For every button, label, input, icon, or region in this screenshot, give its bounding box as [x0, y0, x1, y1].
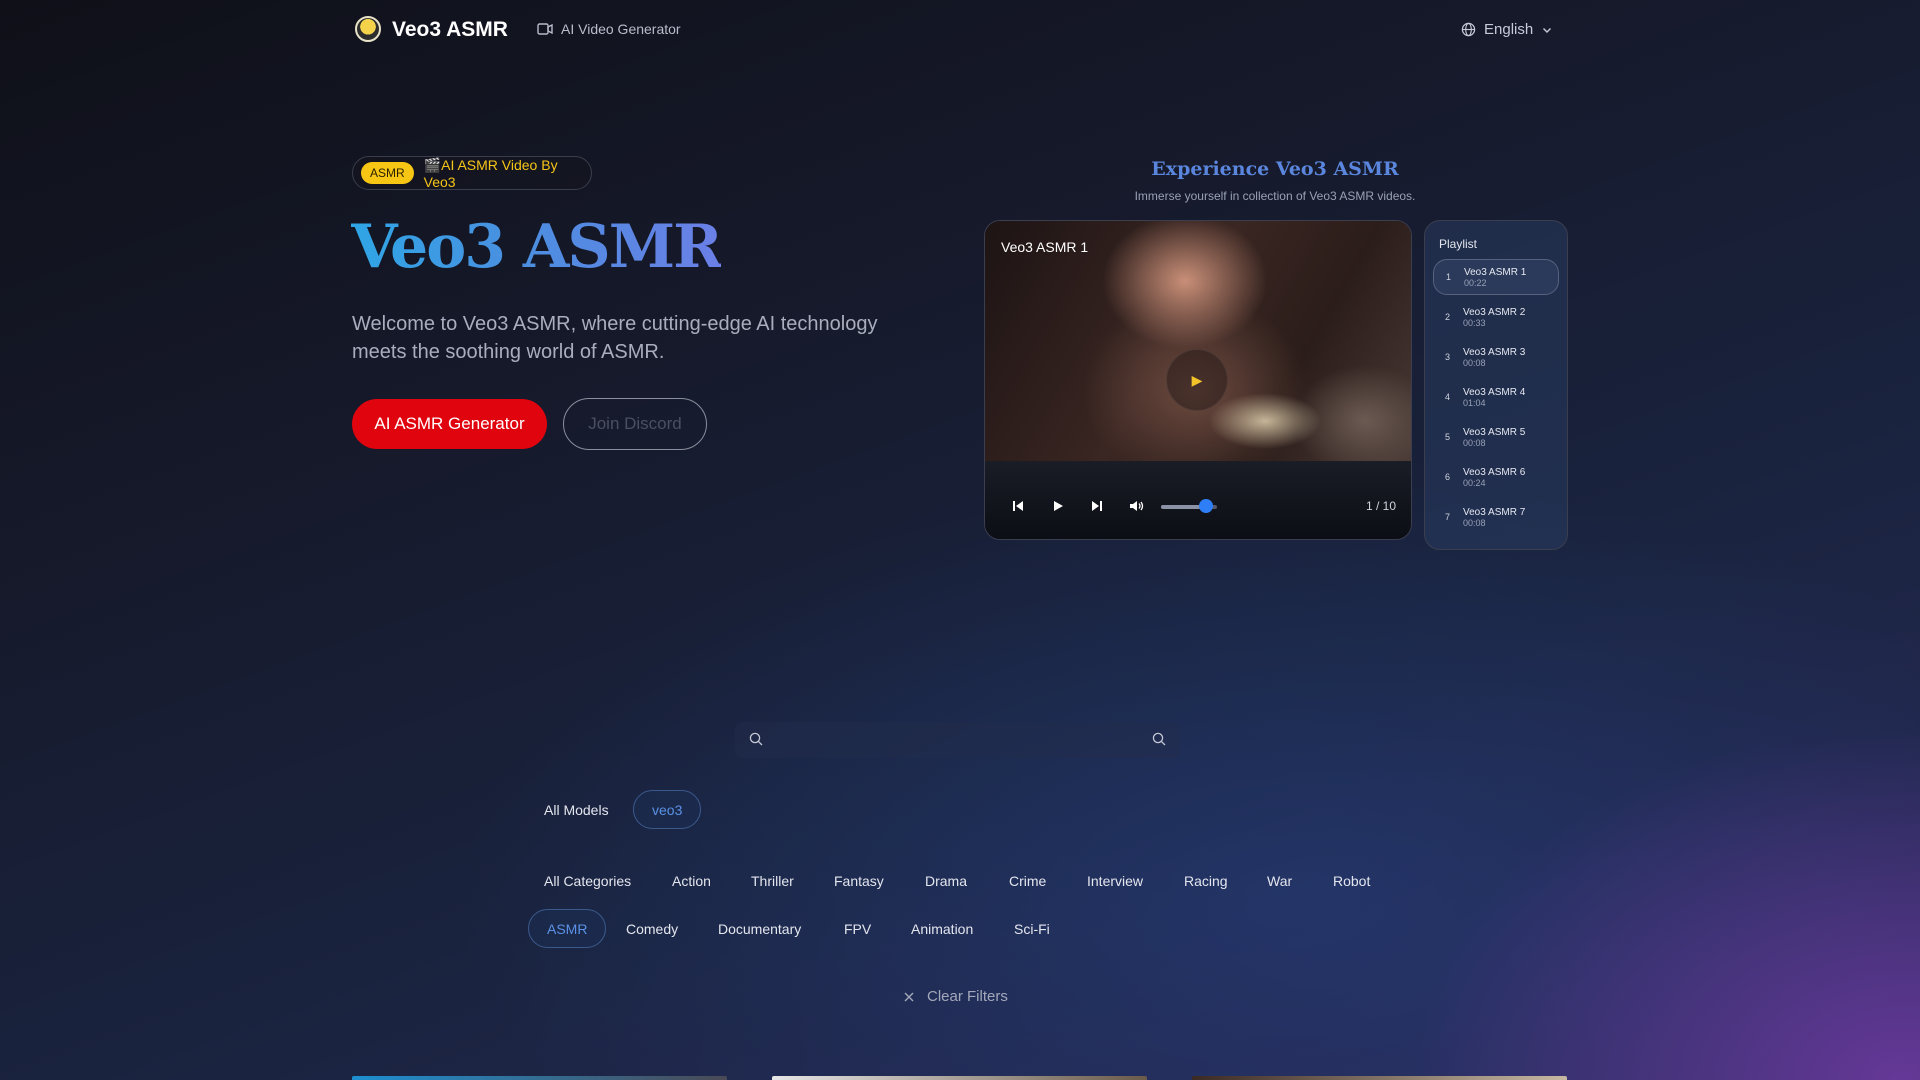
- track-counter: 1 / 10: [1365, 499, 1396, 513]
- playlist-item-number: 2: [1445, 312, 1451, 322]
- language-selector[interactable]: English: [1461, 21, 1553, 38]
- play-button-icon[interactable]: [1051, 499, 1065, 513]
- playlist-item-title: Veo3 ASMR 2: [1463, 306, 1526, 318]
- experience-title: Experience Veo3 ASMR: [1151, 158, 1399, 180]
- badge-pill: ASMR: [361, 162, 414, 184]
- logo-icon[interactable]: [355, 16, 381, 42]
- playlist-item-text: Veo3 ASMR 3 00:08: [1463, 347, 1525, 368]
- play-overlay-button[interactable]: ▶: [1166, 349, 1228, 411]
- playlist-item-title: Veo3 ASMR 4: [1463, 386, 1526, 398]
- video-title: Veo3 ASMR 1: [1001, 239, 1089, 255]
- video-card-edge: [352, 1076, 727, 1080]
- playlist-item-text: Veo3 ASMR 4 01:04: [1463, 387, 1525, 408]
- playlist-item-text: Veo3 ASMR 1 00:22: [1464, 267, 1526, 288]
- category-crime[interactable]: Crime: [991, 861, 1064, 900]
- search-input[interactable]: [770, 726, 1130, 754]
- nav-link-label: AI Video Generator: [561, 21, 681, 37]
- playlist-item-text: Veo3 ASMR 5 00:08: [1463, 427, 1525, 448]
- playlist-item-text: Veo3 ASMR 6 00:24: [1463, 467, 1525, 488]
- video-frame[interactable]: Veo3 ASMR 1 ▶: [985, 221, 1411, 461]
- hero-badge: ASMR 🎬AI ASMR Video By Veo3: [352, 156, 592, 190]
- chevron-down-icon: [1543, 27, 1552, 33]
- playlist-item-number: 1: [1446, 272, 1452, 282]
- search-bar: [735, 722, 1180, 758]
- category-fantasy[interactable]: Fantasy: [816, 861, 902, 900]
- playlist-item[interactable]: 7 Veo3 ASMR 7 00:08: [1433, 499, 1559, 535]
- join-discord-button[interactable]: Join Discord: [563, 398, 707, 450]
- playlist-item-number: 4: [1445, 392, 1451, 402]
- playlist-item-number: 6: [1445, 472, 1451, 482]
- model-chip-all[interactable]: All Models: [526, 790, 627, 829]
- playlist-item[interactable]: 5 Veo3 ASMR 5 00:08: [1433, 419, 1559, 455]
- playlist-item-text: Veo3 ASMR 7 00:08: [1463, 507, 1525, 528]
- playlist-item-text: Veo3 ASMR 2 00:33: [1463, 307, 1525, 328]
- category-racing[interactable]: Racing: [1166, 861, 1246, 900]
- playlist-title: Playlist: [1439, 237, 1478, 251]
- playlist-item[interactable]: 4 Veo3 ASMR 4 01:04: [1433, 379, 1559, 415]
- play-icon: ▶: [1191, 371, 1203, 388]
- hero-title: Veo3 ASMR: [351, 212, 723, 282]
- playlist-item-title: Veo3 ASMR 3: [1463, 346, 1526, 358]
- badge-text: 🎬AI ASMR Video By Veo3: [423, 156, 558, 190]
- category-asmr[interactable]: ASMR: [528, 909, 607, 948]
- playlist-item[interactable]: 2 Veo3 ASMR 2 00:33: [1433, 299, 1559, 335]
- ai-asmr-generator-button[interactable]: AI ASMR Generator: [352, 399, 547, 449]
- nav-ai-video-generator[interactable]: AI Video Generator: [537, 21, 681, 37]
- playlist-item-duration: 00:08: [1463, 437, 1486, 448]
- category-documentary[interactable]: Documentary: [700, 909, 819, 948]
- playlist-item-number: 7: [1445, 512, 1451, 522]
- playlist-item-duration: 00:08: [1463, 357, 1486, 368]
- category-interview[interactable]: Interview: [1069, 861, 1161, 900]
- category-animation[interactable]: Animation: [893, 909, 991, 948]
- clear-filters-label: Clear Filters: [927, 988, 1008, 1005]
- playlist-item-number: 3: [1445, 352, 1451, 362]
- video-camera-icon: [537, 23, 553, 35]
- playlist-item-duration: 00:24: [1463, 477, 1486, 488]
- next-icon[interactable]: [1090, 499, 1104, 513]
- model-chip-veo3[interactable]: veo3: [633, 790, 702, 829]
- playlist-item-number: 5: [1445, 432, 1451, 442]
- search-submit-icon[interactable]: [1152, 732, 1166, 746]
- playlist-panel: Playlist 1 Veo3 ASMR 1 00:22 2 Veo3 ASMR 2 00…: [1424, 220, 1568, 550]
- video-card-edge: [772, 1076, 1147, 1080]
- playlist-item-duration: 00:33: [1463, 317, 1486, 328]
- category-scifi[interactable]: Sci-Fi: [996, 909, 1068, 948]
- playlist-item-duration: 01:04: [1463, 397, 1486, 408]
- player-controls: 1 / 10: [985, 461, 1411, 539]
- volume-knob[interactable]: [1198, 499, 1213, 513]
- video-card-edge: [1192, 1076, 1567, 1080]
- hero-description: Welcome to Veo3 ASMR, where cutting-edge…: [352, 313, 878, 363]
- previous-icon[interactable]: [1011, 499, 1025, 513]
- logo-text[interactable]: Veo3 ASMR: [392, 18, 508, 42]
- playlist-item-duration: 00:08: [1463, 517, 1486, 528]
- playlist-item-title: Veo3 ASMR 1: [1464, 266, 1527, 278]
- playlist-item[interactable]: 1 Veo3 ASMR 1 00:22: [1433, 259, 1559, 295]
- category-fpv[interactable]: FPV: [826, 909, 889, 948]
- search-icon: [749, 732, 763, 746]
- playlist-item[interactable]: 6 Veo3 ASMR 6 00:24: [1433, 459, 1559, 495]
- experience-subtitle: Immerse yourself in collection of Veo3 A…: [1134, 189, 1416, 203]
- volume-icon[interactable]: [1129, 499, 1145, 513]
- playlist-item-title: Veo3 ASMR 6: [1463, 466, 1526, 478]
- video-player: Veo3 ASMR 1 ▶ 1 / 10: [984, 220, 1412, 540]
- category-drama[interactable]: Drama: [907, 861, 985, 900]
- category-all[interactable]: All Categories: [526, 861, 649, 900]
- close-icon: [904, 992, 914, 1001]
- playlist-item-duration: 00:22: [1464, 277, 1487, 288]
- globe-icon: [1461, 22, 1476, 37]
- language-label: English: [1484, 21, 1534, 38]
- playlist-item-title: Veo3 ASMR 5: [1463, 426, 1526, 438]
- category-comedy[interactable]: Comedy: [608, 909, 696, 948]
- category-robot[interactable]: Robot: [1315, 861, 1388, 900]
- playlist-item-title: Veo3 ASMR 7: [1463, 506, 1526, 518]
- clear-filters-button[interactable]: Clear Filters: [903, 988, 1008, 1005]
- category-thriller[interactable]: Thriller: [733, 861, 812, 900]
- category-war[interactable]: War: [1249, 861, 1310, 900]
- category-action[interactable]: Action: [654, 861, 729, 900]
- playlist-item[interactable]: 3 Veo3 ASMR 3 00:08: [1433, 339, 1559, 375]
